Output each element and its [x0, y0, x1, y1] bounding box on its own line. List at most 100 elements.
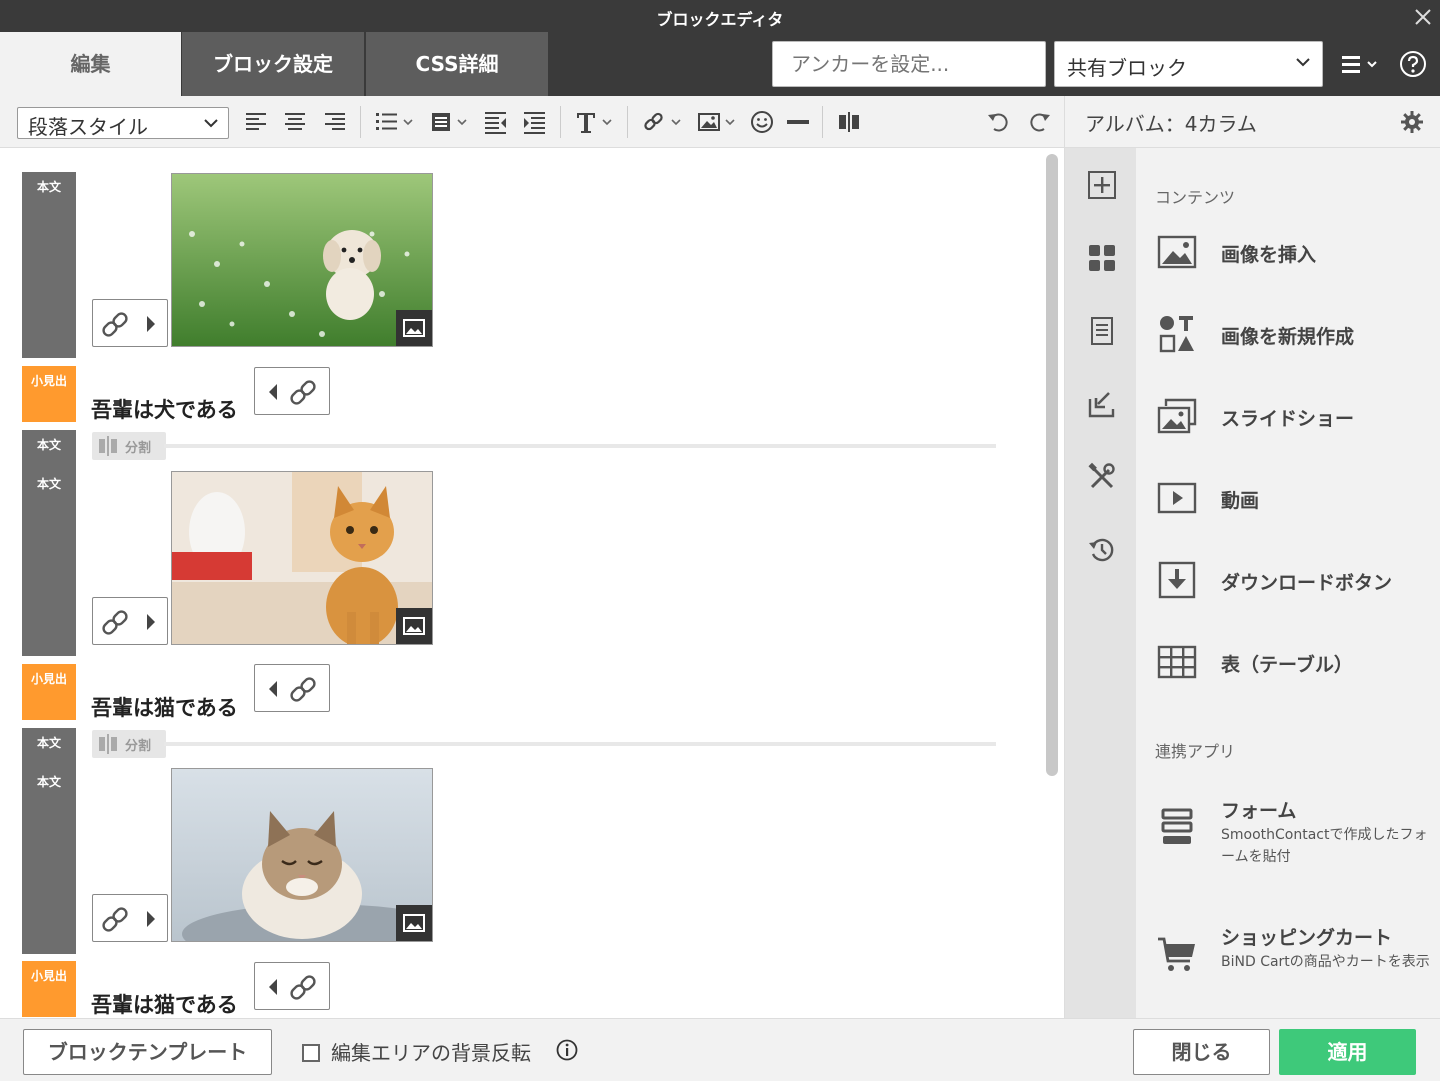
invert-background-checkbox[interactable]	[302, 1044, 320, 1062]
tag-heading-label: 小見出	[30, 374, 67, 388]
align-right-icon[interactable]	[324, 109, 346, 135]
link-prev-button[interactable]	[254, 664, 330, 712]
photo-cat-1-illustration	[172, 472, 432, 644]
undo-icon[interactable]	[986, 109, 1012, 135]
block-tag-heading[interactable]: 小見出	[22, 366, 76, 422]
invert-background-label: 編集エリアの背景反転	[331, 1041, 531, 1065]
photo-dog-illustration	[172, 174, 432, 346]
create-image-item[interactable]: 画像を新規作成	[1136, 304, 1440, 364]
anchor-input[interactable]	[772, 41, 1046, 87]
horizontal-rule-icon[interactable]	[786, 109, 810, 135]
photo-cat-1[interactable]	[171, 471, 433, 645]
link-next-button[interactable]	[92, 894, 168, 942]
block-tag-heading[interactable]: 小見出	[22, 664, 76, 720]
text-style-icon[interactable]	[575, 109, 617, 135]
redo-icon[interactable]	[1026, 109, 1052, 135]
link-next-button[interactable]	[92, 299, 168, 347]
link-icon	[102, 907, 155, 932]
insert-image-label: 画像を挿入	[1221, 244, 1317, 266]
tag-body-label: 本文	[36, 736, 61, 750]
split-divider[interactable]: 分割	[92, 730, 996, 758]
tag-heading-label: 小見出	[30, 969, 67, 983]
form-app-label: フォーム	[1221, 800, 1297, 822]
tools-icon[interactable]	[1087, 462, 1117, 492]
link-icon	[269, 380, 316, 405]
download-button-item[interactable]: ダウンロードボタン	[1136, 550, 1440, 610]
link-next-button[interactable]	[92, 597, 168, 645]
tab-edit[interactable]: 編集	[0, 32, 181, 96]
emoji-icon[interactable]	[750, 109, 774, 135]
editor-scrollbar[interactable]	[1046, 154, 1058, 776]
document-icon[interactable]	[1087, 316, 1117, 346]
history-icon[interactable]	[1087, 535, 1117, 565]
indent-icon[interactable]	[523, 109, 547, 135]
heading-text[interactable]: 吾輩は猫である	[91, 989, 238, 1018]
split-column-icon[interactable]	[837, 109, 861, 135]
align-left-icon[interactable]	[245, 109, 267, 135]
tag-body-label: 本文	[36, 775, 61, 789]
block-format-icon[interactable]	[430, 109, 472, 135]
link-icon	[269, 677, 316, 702]
chevron-down-icon	[1296, 57, 1310, 67]
video-item[interactable]: 動画	[1136, 468, 1440, 528]
split-divider[interactable]: 分割	[92, 432, 996, 460]
block-template-button[interactable]: ブロックテンプレート	[23, 1029, 272, 1075]
apply-button[interactable]: 適用	[1279, 1029, 1416, 1075]
info-icon[interactable]	[556, 1039, 578, 1061]
panel-icon-rail	[1064, 148, 1136, 1018]
link-prev-button[interactable]	[254, 367, 330, 415]
photo-cat-2[interactable]	[171, 768, 433, 942]
block-tag-body[interactable]: 本文 本文	[22, 728, 76, 954]
shared-block-select[interactable]: 共有ブロック	[1054, 41, 1323, 87]
heading-text[interactable]: 吾輩は犬である	[91, 394, 238, 424]
download-button-label: ダウンロードボタン	[1221, 572, 1393, 594]
add-block-icon[interactable]	[1087, 170, 1117, 200]
slideshow-label: スライドショー	[1221, 408, 1355, 430]
import-icon[interactable]	[1087, 389, 1117, 419]
shapes-icon	[1156, 314, 1198, 354]
panel-title: アルバム：4カラム	[1085, 112, 1257, 136]
parts-grid-icon[interactable]	[1087, 243, 1117, 273]
photo-dog[interactable]	[171, 173, 433, 347]
menu-icon[interactable]	[1340, 52, 1384, 78]
block-tag-body[interactable]: 本文	[22, 172, 76, 358]
link-prev-button[interactable]	[254, 962, 330, 1010]
help-icon[interactable]	[1398, 49, 1428, 79]
form-app-description: SmoothContactで作成したフォームを貼付	[1221, 827, 1428, 865]
split-divider-label: 分割	[125, 739, 152, 754]
heading-text[interactable]: 吾輩は猫である	[91, 692, 238, 722]
image-options-icon[interactable]	[396, 608, 432, 644]
paragraph-style-value: 段落スタイル	[28, 115, 148, 139]
shared-block-value: 共有ブロック	[1067, 56, 1187, 80]
panel-contents: コンテンツ 画像を挿入 画像を新規作成 スライドショー 動画 ダウンロードボタン	[1136, 148, 1440, 1018]
close-button[interactable]: 閉じる	[1133, 1029, 1270, 1075]
editor-area[interactable]: 本文 小見出 吾輩は犬である 本文 本文 分割 小見出 吾輩は猫である 本文 本…	[0, 148, 1064, 1018]
image-options-icon[interactable]	[396, 905, 432, 941]
outdent-icon[interactable]	[484, 109, 508, 135]
list-icon[interactable]	[375, 109, 417, 135]
form-app-item[interactable]: フォーム SmoothContactで作成したフォームを貼付	[1136, 796, 1440, 866]
table-item[interactable]: 表（テーブル）	[1136, 632, 1440, 692]
create-image-label: 画像を新規作成	[1221, 326, 1355, 348]
tab-block-settings[interactable]: ブロック設定	[182, 32, 364, 96]
tab-css-details[interactable]: CSS詳細	[366, 32, 548, 96]
image-options-icon[interactable]	[396, 310, 432, 346]
shopping-cart-item[interactable]: ショッピングカート BiND Cartの商品やカートを表示	[1136, 923, 1440, 993]
slideshow-item[interactable]: スライドショー	[1136, 386, 1440, 446]
editor-toolbar: 段落スタイル	[0, 96, 1064, 148]
close-icon[interactable]	[1414, 8, 1432, 26]
split-column-icon	[99, 436, 117, 456]
tag-body-label: 本文	[36, 477, 61, 491]
insert-image-item[interactable]: 画像を挿入	[1136, 222, 1440, 282]
align-center-icon[interactable]	[284, 109, 306, 135]
paragraph-style-select[interactable]: 段落スタイル	[17, 107, 229, 139]
link-icon[interactable]	[642, 109, 684, 135]
window-title: ブロックエディタ	[656, 10, 784, 29]
gear-icon[interactable]	[1400, 110, 1424, 134]
download-icon	[1156, 560, 1198, 600]
block-tag-heading[interactable]: 小見出	[22, 961, 76, 1017]
slideshow-icon	[1156, 396, 1198, 436]
block-tag-body[interactable]: 本文 本文	[22, 430, 76, 656]
image-icon[interactable]	[697, 109, 739, 135]
panel-header: アルバム：4カラム	[1064, 96, 1440, 148]
